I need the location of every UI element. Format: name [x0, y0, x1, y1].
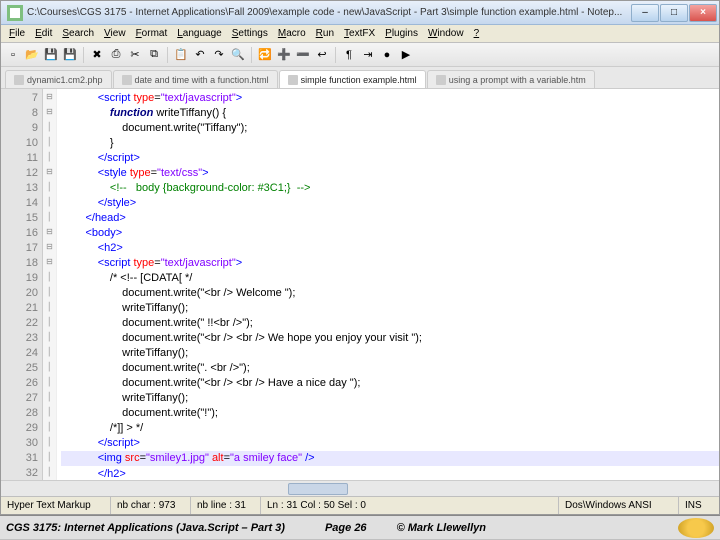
- fold-column: ⊟⊟│││⊟│││⊟⊟⊟││││││││││││││: [43, 89, 57, 480]
- toolbar: ▫📂💾💾✖⎙✂⧉📋↶↷🔍🔁➕➖↩¶⇥●▶: [1, 43, 719, 67]
- print-icon[interactable]: ⎙: [108, 47, 124, 63]
- new-icon[interactable]: ▫: [5, 47, 21, 63]
- status-position: Ln : 31 Col : 50 Sel : 0: [261, 497, 559, 514]
- menu-view[interactable]: View: [100, 27, 130, 40]
- menu-file[interactable]: File: [5, 27, 29, 40]
- ucf-logo-icon: [678, 518, 714, 538]
- menu-?[interactable]: ?: [470, 27, 484, 40]
- redo-icon[interactable]: ↷: [211, 47, 227, 63]
- status-linecount: nb line : 31: [191, 497, 261, 514]
- menu-settings[interactable]: Settings: [228, 27, 272, 40]
- footer-author: © Mark Llewellyn: [397, 522, 486, 534]
- tab-label: using a prompt with a variable.htm: [449, 75, 586, 85]
- replace-icon[interactable]: 🔁: [257, 47, 273, 63]
- play-icon[interactable]: ▶: [398, 47, 414, 63]
- maximize-button[interactable]: □: [660, 4, 688, 22]
- file-icon: [288, 75, 298, 85]
- horizontal-scrollbar[interactable]: [1, 480, 719, 496]
- menu-plugins[interactable]: Plugins: [381, 27, 422, 40]
- file-icon: [436, 75, 446, 85]
- slide-footer: CGS 3175: Internet Applications (Java.Sc…: [0, 515, 720, 539]
- wrap-icon[interactable]: ↩: [314, 47, 330, 63]
- save-icon[interactable]: 💾: [43, 47, 59, 63]
- show-all-icon[interactable]: ¶: [341, 47, 357, 63]
- editor-area: 7891011121314151617181920212223242526272…: [1, 89, 719, 480]
- tab-strip: dynamic1.cm2.php date and time with a fun…: [1, 67, 719, 89]
- rec-icon[interactable]: ●: [379, 47, 395, 63]
- statusbar: Hyper Text Markup nb char : 973 nb line …: [1, 496, 719, 514]
- file-icon: [122, 75, 132, 85]
- status-language: Hyper Text Markup: [1, 497, 111, 514]
- status-encoding: Dos\Windows ANSI: [559, 497, 679, 514]
- cut-icon[interactable]: ✂: [127, 47, 143, 63]
- open-icon[interactable]: 📂: [24, 47, 40, 63]
- find-icon[interactable]: 🔍: [230, 47, 246, 63]
- menu-format[interactable]: Format: [132, 27, 172, 40]
- menu-edit[interactable]: Edit: [31, 27, 56, 40]
- status-charcount: nb char : 973: [111, 497, 191, 514]
- tab-label: dynamic1.cm2.php: [27, 75, 103, 85]
- close-button[interactable]: ×: [689, 4, 717, 22]
- minimize-button[interactable]: –: [631, 4, 659, 22]
- undo-icon[interactable]: ↶: [192, 47, 208, 63]
- tab-label: simple function example.html: [301, 75, 417, 85]
- tab[interactable]: dynamic1.cm2.php: [5, 70, 112, 88]
- tab[interactable]: date and time with a function.html: [113, 70, 278, 88]
- menu-macro[interactable]: Macro: [274, 27, 310, 40]
- menu-run[interactable]: Run: [312, 27, 338, 40]
- file-icon: [14, 75, 24, 85]
- zoom-out-icon[interactable]: ➖: [295, 47, 311, 63]
- code-editor[interactable]: <script type="text/javascript"> function…: [57, 89, 719, 480]
- close-icon[interactable]: ✖: [89, 47, 105, 63]
- menu-textfx[interactable]: TextFX: [340, 27, 379, 40]
- tab[interactable]: simple function example.html: [279, 70, 426, 88]
- status-insertmode: INS: [679, 497, 719, 514]
- menubar: FileEditSearchViewFormatLanguageSettings…: [1, 25, 719, 43]
- app-window: C:\Courses\CGS 3175 - Internet Applicati…: [0, 0, 720, 515]
- scrollbar-thumb[interactable]: [288, 483, 348, 495]
- saveall-icon[interactable]: 💾: [62, 47, 78, 63]
- window-title: C:\Courses\CGS 3175 - Internet Applicati…: [27, 7, 631, 18]
- footer-page: Page 26: [325, 522, 367, 534]
- menu-search[interactable]: Search: [58, 27, 98, 40]
- menu-language[interactable]: Language: [173, 27, 226, 40]
- tab-label: date and time with a function.html: [135, 75, 269, 85]
- zoom-in-icon[interactable]: ➕: [276, 47, 292, 63]
- titlebar: C:\Courses\CGS 3175 - Internet Applicati…: [1, 1, 719, 25]
- tab[interactable]: using a prompt with a variable.htm: [427, 70, 595, 88]
- indent-icon[interactable]: ⇥: [360, 47, 376, 63]
- menu-window[interactable]: Window: [424, 27, 468, 40]
- app-icon: [7, 5, 23, 21]
- paste-icon[interactable]: 📋: [173, 47, 189, 63]
- line-number-gutter: 7891011121314151617181920212223242526272…: [1, 89, 43, 480]
- copy-icon[interactable]: ⧉: [146, 47, 162, 63]
- footer-course: CGS 3175: Internet Applications (Java.Sc…: [6, 522, 285, 534]
